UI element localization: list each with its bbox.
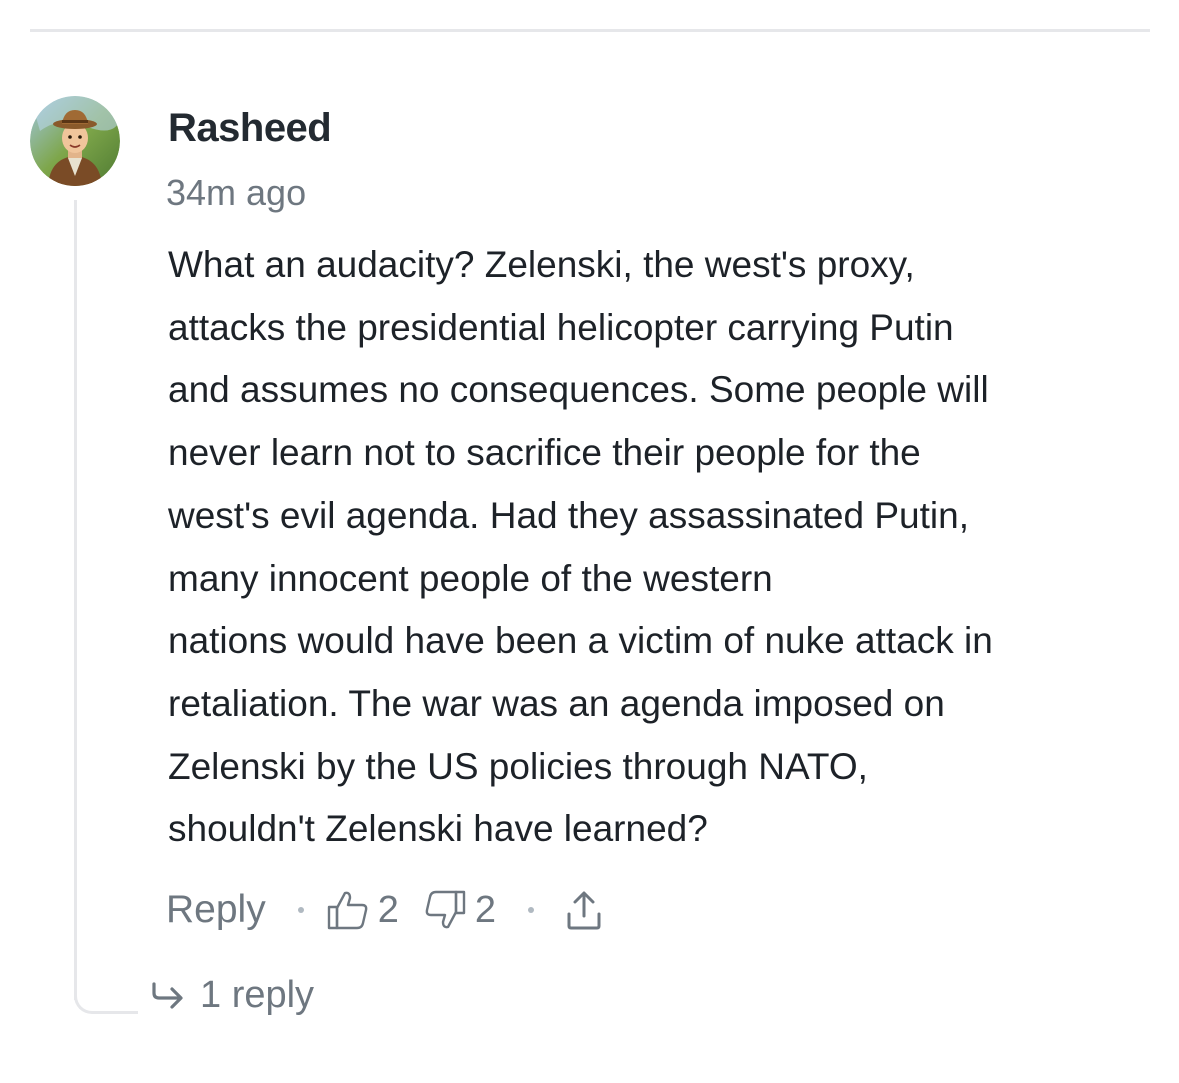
share-icon	[567, 891, 601, 930]
comment-timestamp: 34m ago	[166, 172, 307, 213]
like-button[interactable]: 2	[326, 889, 399, 932]
dislike-button[interactable]: 2	[423, 889, 496, 932]
avatar-explorer-icon	[30, 96, 120, 186]
comment-actions: Reply 2 2	[166, 880, 604, 940]
reply-arrow-icon	[152, 981, 183, 1009]
replies-count-label: 1 reply	[200, 974, 315, 1016]
share-button[interactable]	[564, 888, 604, 932]
like-count: 2	[377, 888, 399, 931]
top-divider	[30, 29, 1150, 32]
thread-connector	[74, 980, 138, 1014]
comment-text: What an audacity? Zelenski, the west's p…	[168, 244, 993, 850]
avatar[interactable]	[30, 96, 120, 186]
thread-line	[74, 200, 77, 1000]
comment-author[interactable]: Rasheed	[168, 106, 332, 151]
thumbs-down-icon	[425, 890, 466, 929]
separator-dot	[297, 907, 304, 913]
thumbs-up-icon	[327, 891, 368, 930]
dislike-count: 2	[474, 888, 496, 931]
reply-button[interactable]: Reply	[166, 888, 266, 932]
separator-dot	[528, 907, 534, 913]
view-replies-link[interactable]: 1 reply	[150, 974, 314, 1017]
